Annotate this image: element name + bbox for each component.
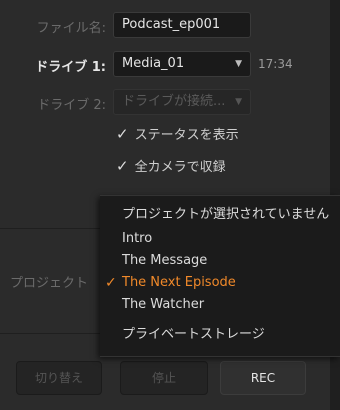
menu-item-label: The Watcher xyxy=(122,297,205,312)
stop-button[interactable]: 停止 xyxy=(120,361,208,395)
chevron-down-icon: ▼ xyxy=(235,59,242,69)
drive1-value: Media_01 xyxy=(122,56,185,71)
menu-item-no-project[interactable]: プロジェクトが選択されていません xyxy=(100,204,340,226)
checkbox-record-all-cameras[interactable]: ✓ 全カメラで収録 xyxy=(116,156,226,175)
check-icon: ✓ xyxy=(116,125,129,143)
checkbox-show-status[interactable]: ✓ ステータスを表示 xyxy=(116,124,239,143)
menu-item-label: The Next Episode xyxy=(122,275,236,290)
switch-button[interactable]: 切り替え xyxy=(16,361,102,395)
checkbox-label: ステータスを表示 xyxy=(134,128,239,143)
menu-item-the-watcher[interactable]: The Watcher xyxy=(100,294,340,316)
drive1-select[interactable]: Media_01 ▼ xyxy=(113,51,251,77)
menu-item-private-storage[interactable]: プライベートストレージ xyxy=(100,324,340,346)
drive2-label: ドライブ 2: xyxy=(37,98,106,113)
menu-item-the-message[interactable]: The Message xyxy=(100,250,340,272)
drive1-time: 17:34 xyxy=(258,57,293,71)
menu-item-label: The Message xyxy=(122,253,208,268)
filename-value: Podcast_ep001 xyxy=(122,17,221,32)
checkbox-label: 全カメラで収録 xyxy=(134,160,226,175)
drive1-label: ドライブ 1: xyxy=(35,60,106,75)
project-dropdown-menu: プロジェクトが選択されていません Intro The Message ✓ The… xyxy=(100,195,340,357)
drive2-select: ドライブが接続... ▼ xyxy=(113,89,251,115)
menu-item-label: プライベートストレージ xyxy=(122,327,265,342)
drive2-value: ドライブが接続... xyxy=(122,94,226,109)
check-icon: ✓ xyxy=(116,157,129,175)
filename-field[interactable]: Podcast_ep001 xyxy=(113,12,251,38)
chevron-down-icon: ▼ xyxy=(235,97,242,107)
filename-label: ファイル名: xyxy=(36,21,106,36)
menu-item-label: プロジェクトが選択されていません xyxy=(122,207,330,222)
menu-item-the-next-episode[interactable]: ✓ The Next Episode xyxy=(100,272,340,294)
rec-button[interactable]: REC xyxy=(220,361,306,395)
menu-item-intro[interactable]: Intro xyxy=(100,228,340,250)
check-icon: ✓ xyxy=(105,275,117,291)
project-label: プロジェクト xyxy=(10,276,89,291)
menu-item-label: Intro xyxy=(122,231,153,246)
